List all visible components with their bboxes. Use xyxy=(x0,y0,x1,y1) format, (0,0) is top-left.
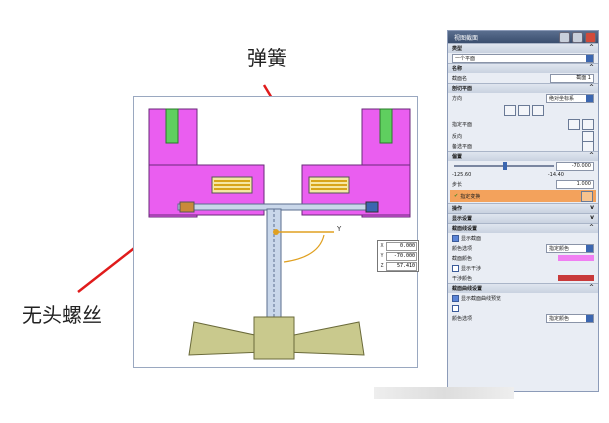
right-setscrew xyxy=(365,201,379,213)
y-axis-label: Y xyxy=(337,225,342,233)
coordinate-readout: X 0.000 Y -70.000 Z 57.410 xyxy=(377,240,419,272)
left-spring xyxy=(211,176,253,194)
section-display[interactable]: 显示设置 v xyxy=(448,213,598,223)
curve-color-dropdown[interactable]: 指定颜色 xyxy=(546,313,594,323)
plane-options-icon[interactable] xyxy=(582,119,594,130)
section-curve-settings[interactable]: 截面曲线设置 ^ xyxy=(448,283,598,293)
cad-viewport[interactable]: Y xyxy=(133,96,418,368)
step-input[interactable]: 1.000 xyxy=(556,179,594,189)
section-view-drawing xyxy=(148,108,411,360)
close-icon[interactable] xyxy=(585,32,596,43)
dialog-title: 视图截面 xyxy=(454,34,479,42)
name-input[interactable]: 截面 1 xyxy=(550,73,594,83)
left-blade xyxy=(188,321,265,356)
right-spring xyxy=(308,176,350,194)
show-curve-checkbox[interactable] xyxy=(452,294,459,302)
left-setscrew xyxy=(179,201,195,213)
slider-thumb[interactable] xyxy=(503,162,507,170)
hub xyxy=(253,316,295,360)
section-type[interactable]: 类型 ^ xyxy=(448,43,598,53)
reset-icon[interactable] xyxy=(559,32,570,43)
color-option-dropdown[interactable]: 指定颜色 xyxy=(546,243,594,253)
show-section-checkbox[interactable] xyxy=(452,234,459,242)
direction-dropdown[interactable]: 绝对坐标系 xyxy=(546,93,594,103)
offset-input[interactable]: -70.000 xyxy=(556,161,594,171)
interference-color-swatch[interactable] xyxy=(558,275,594,281)
right-blade xyxy=(283,321,365,356)
plane-z-icon[interactable] xyxy=(532,104,544,116)
section-name[interactable]: 名称 ^ xyxy=(448,63,598,73)
dialog-titlebar[interactable]: 视图截面 xyxy=(448,31,598,43)
section-operations[interactable]: 操作 v xyxy=(448,203,598,213)
type-dropdown[interactable]: 一个平面 xyxy=(452,53,594,63)
section-offset[interactable]: 偏置 ^ xyxy=(448,151,598,161)
section-section-settings[interactable]: 截面线设置 ^ xyxy=(448,223,598,233)
left-pin xyxy=(165,108,179,144)
view-section-dialog: 视图截面 类型 ^ 一个平面 名称 ^ 截面名 截面 1 剖切平面 ^ 方向 绝对坐标系 … xyxy=(447,30,599,392)
section-color-swatch[interactable] xyxy=(558,255,594,261)
dynamic-update-checkbox[interactable] xyxy=(452,304,459,312)
show-interference-checkbox[interactable] xyxy=(452,264,459,272)
specify-transform-row[interactable]: ✔ 指定变换 xyxy=(450,190,596,202)
right-pin xyxy=(379,108,393,144)
watermark-blur xyxy=(374,387,514,399)
check-icon: ✔ xyxy=(454,193,459,199)
plane-x-icon[interactable] xyxy=(504,104,516,116)
coord-y[interactable]: -70.000 xyxy=(386,251,417,261)
alternate-plane-icon[interactable] xyxy=(582,140,594,152)
settings-icon[interactable] xyxy=(572,32,583,43)
coord-z[interactable]: 57.410 xyxy=(386,261,417,271)
plane-y-icon[interactable] xyxy=(518,104,530,116)
section-cut-plane[interactable]: 剖切平面 ^ xyxy=(448,83,598,93)
transform-icon[interactable] xyxy=(581,190,593,202)
plane-select-icon[interactable] xyxy=(568,119,580,130)
coord-x[interactable]: 0.000 xyxy=(386,241,417,251)
